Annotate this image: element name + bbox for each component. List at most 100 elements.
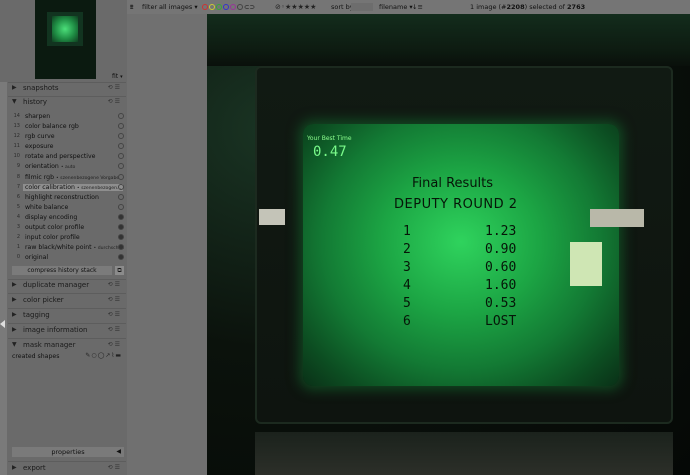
module-snapshots[interactable]: ▶ snapshots ⟲☰ [8,84,126,94]
module-status-icon [118,113,124,119]
collapse-arrow-icon[interactable] [0,320,5,328]
reject-icon[interactable]: ⊘ [275,3,281,11]
module-color-picker[interactable]: ▶ color picker ⟲☰ [8,296,126,306]
module-history[interactable]: ▼ history ⟲☰ [8,98,126,108]
top-toolbar: ⩩ filter all images ▾ ⊂⊃ ⊘◦★★★★★ sort by… [127,0,690,14]
history-item[interactable]: 11 exposure [8,142,126,152]
history-item[interactable]: 13 color balance rgb [8,122,126,132]
chevron-right-icon: ▶ [12,464,17,471]
history-item[interactable]: 6 highlight reconstruction [8,193,126,203]
score-rank: 5 [403,296,411,311]
history-item-label: original [25,254,49,262]
history-item-label: output color profile [25,224,85,232]
filter-label: filter [142,3,158,11]
sort-dropdown[interactable]: filename ▾ [379,3,413,11]
history-item-number: 6 [16,193,20,200]
filter-dropdown[interactable]: all images ▾ [159,3,198,11]
history-item[interactable]: 7 color calibration • szenenbezogen... [8,183,126,193]
module-tagging[interactable]: ▶ tagging ⟲☰ [8,311,126,321]
red-label-icon[interactable] [202,4,208,10]
chevron-down-icon: ▾ [194,3,198,11]
reset-presets-icon[interactable]: ⟲☰ [108,311,122,318]
photo-background-top [207,14,690,66]
sort-spacer [351,3,373,11]
history-item[interactable]: 3 output color profile [8,223,126,233]
filter-icon[interactable]: ⩩ [130,3,133,12]
properties-button[interactable]: properties ◀ [12,447,124,457]
score-row: 1 1.23 [403,224,543,242]
score-value: 0.90 [485,242,517,257]
score-value: LOST [485,314,517,329]
chevron-left-icon: ◀ [116,448,121,455]
shape-tools-icon[interactable]: ✎○◯↗⌇▬ [85,352,122,359]
chevron-down-icon: ▼ [12,98,17,105]
history-item-detail: • auto [60,165,76,171]
module-duplicate-manager[interactable]: ▶ duplicate manager ⟲☰ [8,281,126,291]
divider [8,82,126,83]
module-status-icon [118,234,124,241]
reset-presets-icon[interactable]: ⟲☰ [108,281,122,288]
score-value: 1.60 [485,278,517,293]
compress-history-icon[interactable]: ⧉ [115,266,124,275]
module-export[interactable]: ▶ export ⟲☰ [8,464,126,474]
green-label-icon[interactable] [216,4,222,10]
module-mask-manager[interactable]: ▼ mask manager ⟲☰ [8,341,126,351]
rating-filter[interactable]: ⊘◦★★★★★ [275,3,316,11]
navigation-thumbnail[interactable] [35,0,96,79]
history-item[interactable]: 10 rotate and perspective [8,152,126,162]
yellow-label-icon[interactable] [209,4,215,10]
module-status-icon [118,153,124,160]
reset-presets-icon[interactable]: ⟲☰ [108,98,122,105]
reset-presets-icon[interactable]: ⟲☰ [108,464,122,471]
history-item[interactable]: 5 white balance [8,203,126,213]
star-icon[interactable]: ★★★★★ [285,3,316,11]
history-item[interactable]: 2 input color profile [8,233,126,243]
blue-label-icon[interactable] [223,4,229,10]
chevron-right-icon: ▶ [12,84,17,91]
module-status-icon [118,133,124,140]
center-view[interactable]: Your Best Time 0.47 Final Results DEPUTY… [127,14,690,475]
module-image-information[interactable]: ▶ image information ⟲☰ [8,326,126,336]
history-item-label: raw black/white point • durchschl... [25,244,125,252]
history-item[interactable]: 12 rgb curve [8,132,126,142]
history-item-number: 13 [13,123,20,130]
score-value: 0.60 [485,260,517,275]
history-item[interactable]: 1 raw black/white point • durchschl... [8,243,126,253]
divider [8,279,126,280]
chevron-right-icon: ▶ [12,296,17,303]
history-item[interactable]: 9 orientation • auto [8,162,126,172]
chevron-down-icon: ▼ [12,341,17,348]
score-row: 5 0.53 [403,296,543,314]
main-photo[interactable]: Your Best Time 0.47 Final Results DEPUTY… [207,14,690,475]
purple-label-icon[interactable] [230,4,236,10]
left-panel: fit ▾ ▶ snapshots ⟲☰ ▼ history ⟲☰ 14 shar… [0,0,127,475]
reset-presets-icon[interactable]: ⟲☰ [108,326,122,333]
history-item-label: rotate and perspective [25,153,96,161]
history-item[interactable]: 4 display encoding [8,213,126,223]
module-status-icon [118,203,124,210]
color-label-filter[interactable]: ⊂⊃ [202,3,255,11]
reset-presets-icon[interactable]: ⟲☰ [108,84,122,91]
module-status-icon [118,254,124,261]
history-item-label: exposure [25,143,54,151]
history-item-number: 9 [16,163,20,170]
compress-history-button[interactable]: compress history stack [12,266,112,275]
history-item-label: orientation • auto [25,163,76,171]
divider [8,461,126,462]
toggle-icon[interactable]: ⊂⊃ [244,3,255,11]
chevron-down-icon: ▾ [120,74,123,80]
history-item[interactable]: 8 filmic rgb • szenenbezogene Vorgabe [8,173,126,183]
history-item[interactable]: 0 original [8,253,126,263]
reset-presets-icon[interactable]: ⟲☰ [108,341,122,348]
arcade-control-panel [255,432,673,475]
history-list: 14 sharpen 13 color balance rgb 12 rgb curve 1… [8,112,126,263]
created-shapes-label: created shapes [12,353,60,360]
score-row: 3 0.60 [403,260,543,278]
zoom-level[interactable]: fit ▾ [112,73,123,80]
gray-label-icon[interactable] [237,4,243,10]
reset-presets-icon[interactable]: ⟲☰ [108,296,122,303]
history-item[interactable]: 14 sharpen [8,112,126,122]
history-item-number: 0 [16,254,20,261]
sort-order-icon[interactable]: ↓≡ [412,3,423,11]
left-panel-edge[interactable] [0,82,7,475]
